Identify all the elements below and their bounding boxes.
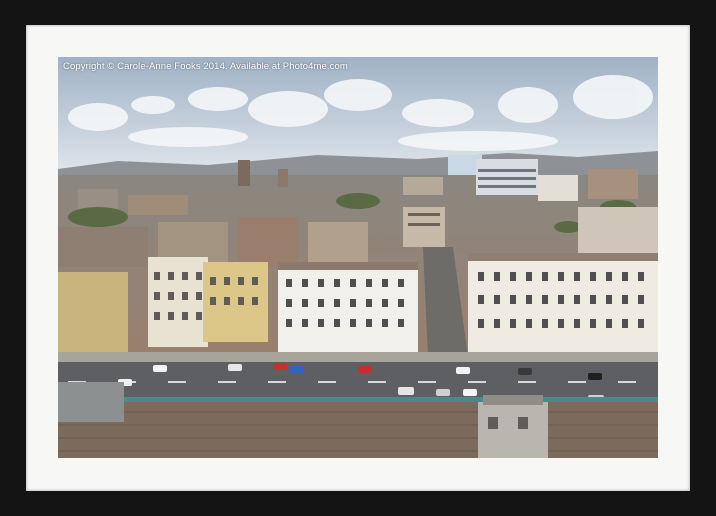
shelter-left bbox=[58, 382, 124, 422]
framed-photo: Copyright © Carole-Anne Fooks 2014. Avai… bbox=[58, 57, 658, 458]
central-white-block bbox=[278, 262, 418, 357]
lower-roofs bbox=[58, 402, 658, 458]
roof-cupola bbox=[478, 395, 548, 458]
right-terrace bbox=[468, 253, 658, 357]
copyright-watermark: Copyright © Carole-Anne Fooks 2014. Avai… bbox=[63, 61, 348, 72]
sky bbox=[58, 57, 658, 172]
seafront-town-photo bbox=[58, 57, 658, 458]
